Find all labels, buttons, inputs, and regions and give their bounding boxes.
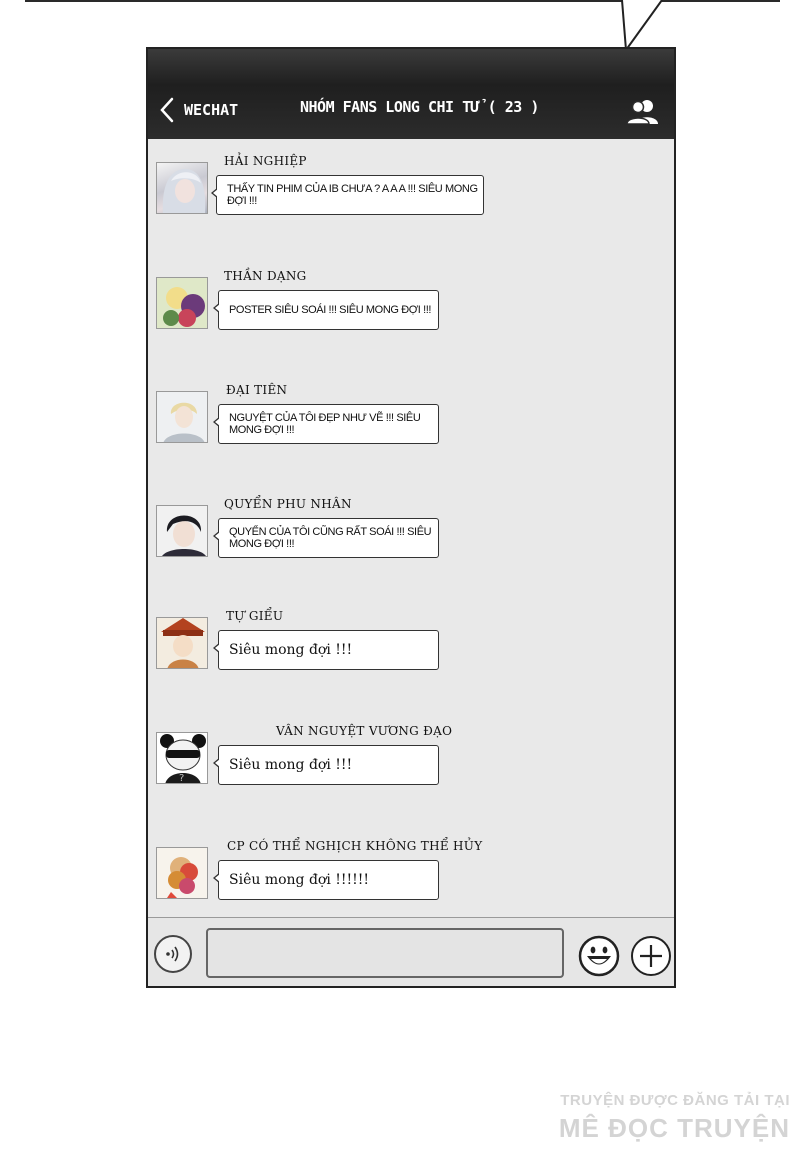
avatar[interactable] — [156, 162, 208, 214]
watermark-line2: MÊ ĐỌC TRUYỆN — [558, 1113, 790, 1143]
back-button[interactable]: WECHAT — [160, 97, 238, 123]
chevron-left-icon — [160, 97, 174, 123]
message-bubble[interactable]: QUYỂN CỦA TÔI CŨNG RẤT SOÁI !!! SIÊU MON… — [213, 518, 439, 558]
message-bubble[interactable]: NGUYỆT CỦA TÔI ĐẸP NHƯ VẼ !!! SIÊU MONG … — [213, 404, 439, 444]
sender-name: QUYỂN PHU NHÂN — [224, 497, 352, 511]
chat-message: CP CÓ THỂ NGHỊCH KHÔNG THỂ HỦY Siêu mong… — [156, 839, 656, 929]
avatar[interactable] — [156, 617, 208, 669]
sender-name: HẢI NGHIỆP — [224, 154, 307, 168]
sender-name: ĐẠI TIÊN — [226, 383, 288, 397]
people-icon[interactable] — [626, 98, 660, 124]
avatar[interactable]: ? — [156, 732, 208, 784]
voice-button[interactable] — [154, 935, 192, 973]
chat-message: HẢI NGHIỆP THẤY TIN PHIM CỦA IB CHƯA ? A… — [156, 154, 656, 244]
chat-message: QUYỂN PHU NHÂN QUYỂN CỦA TÔI CŨNG RẤT SO… — [156, 497, 656, 587]
smiley-icon[interactable] — [578, 935, 620, 977]
watermark-line1: TRUYỆN ĐƯỢC ĐĂNG TẢI TẠI — [560, 1092, 790, 1109]
avatar[interactable] — [156, 391, 208, 443]
input-bar — [148, 917, 674, 986]
message-input[interactable] — [206, 928, 564, 978]
avatar[interactable] — [156, 847, 208, 899]
sender-name: THẦN DẠNG — [224, 269, 307, 283]
avatar-image — [161, 618, 205, 668]
message-bubble[interactable]: THẤY TIN PHIM CỦA IB CHƯA ? A A A !!! SI… — [211, 175, 484, 215]
sender-name: TỰ GIỂU — [226, 609, 284, 623]
chat-message: ? VÂN NGUYỆT VƯƠNG ĐẠO Siêu mong đợi !!! — [156, 724, 656, 814]
watermark: TRUYỆN ĐƯỢC ĐĂNG TẢI TẠI MÊ ĐỌC TRUYỆN — [540, 1092, 790, 1158]
chat-title: NHÓM FANS LONG CHI TỬ ( 23 ) — [300, 98, 539, 116]
chat-message: ĐẠI TIÊN NGUYỆT CỦA TÔI ĐẸP NHƯ VẼ !!! S… — [156, 383, 656, 473]
sender-name: VÂN NGUYỆT VƯƠNG ĐẠO — [276, 724, 453, 738]
chat-message: THẦN DẠNG POSTER SIÊU SOÁI !!! SIÊU MONG… — [156, 269, 656, 359]
voice-icon — [166, 946, 179, 962]
back-label: WECHAT — [184, 101, 239, 119]
svg-text:?: ? — [179, 773, 184, 784]
avatar-image — [162, 515, 206, 556]
sender-name: CP CÓ THỂ NGHỊCH KHÔNG THỂ HỦY — [227, 839, 483, 853]
avatar-image: ? — [160, 734, 206, 784]
avatar[interactable] — [156, 277, 208, 329]
avatar-image — [162, 169, 206, 213]
phone-screen: WECHAT NHÓM FANS LONG CHI TỬ ( 23 ) HẢI … — [146, 47, 676, 988]
avatar-image — [163, 402, 205, 442]
message-bubble[interactable]: POSTER SIÊU SOÁI !!! SIÊU MONG ĐỢI !!! — [213, 290, 439, 330]
chat-header: WECHAT NHÓM FANS LONG CHI TỬ ( 23 ) — [148, 49, 674, 139]
avatar-image — [167, 857, 198, 898]
message-bubble[interactable]: Siêu mong đợi !!! — [213, 630, 439, 670]
avatar[interactable] — [156, 505, 208, 557]
avatar-image — [157, 278, 207, 328]
message-bubble[interactable]: Siêu mong đợi !!!!!! — [213, 860, 439, 900]
chat-message: TỰ GIỂU Siêu mong đợi !!! — [156, 609, 656, 699]
plus-icon[interactable] — [630, 935, 672, 977]
message-bubble[interactable]: Siêu mong đợi !!! — [213, 745, 439, 785]
